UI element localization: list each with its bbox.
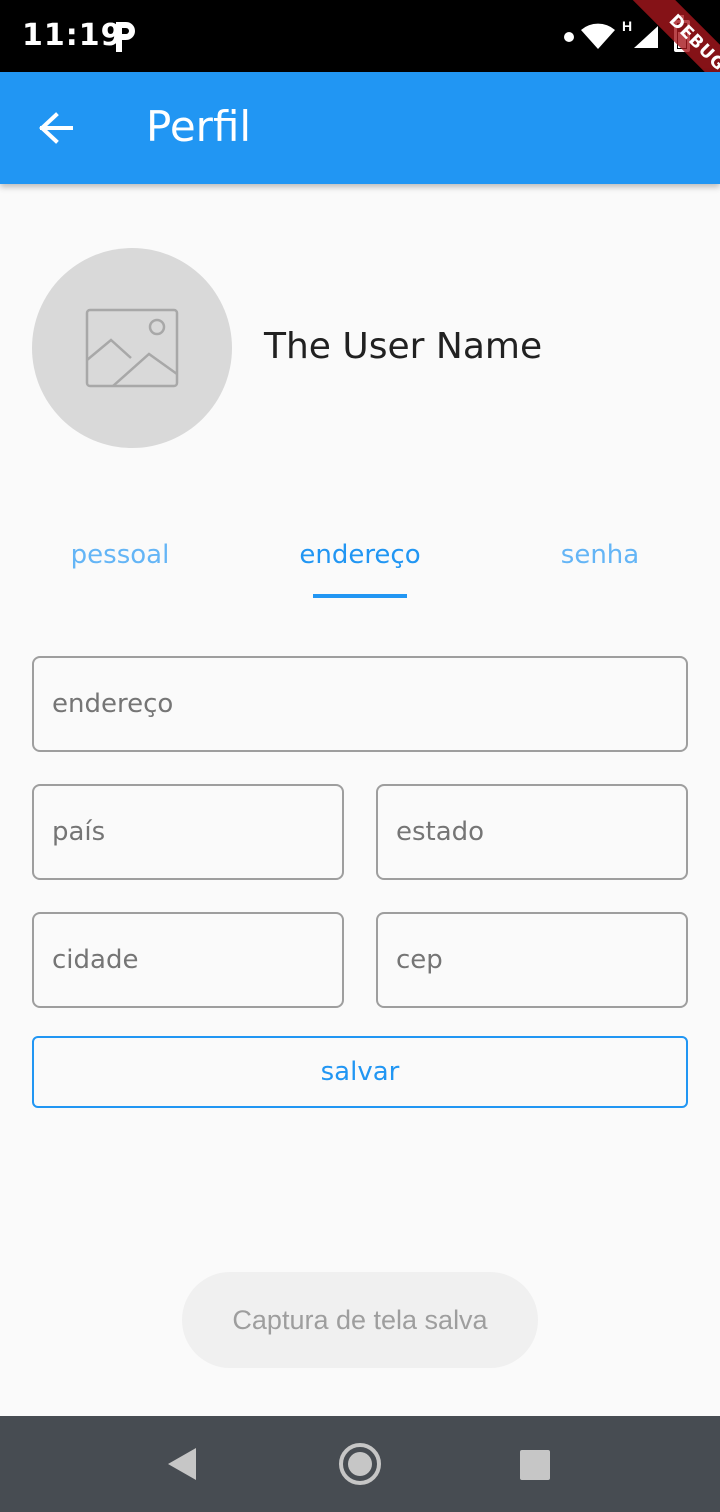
endereco-field[interactable] [32, 656, 688, 752]
status-bar: 11:19 H [0, 0, 720, 72]
nav-back-icon[interactable] [166, 1446, 198, 1482]
avatar[interactable] [32, 248, 232, 448]
cidade-field[interactable] [32, 912, 344, 1008]
system-nav-bar [0, 1416, 720, 1512]
estado-input[interactable] [378, 786, 686, 878]
parking-notification-icon [116, 22, 135, 52]
cidade-input[interactable] [34, 914, 342, 1006]
tab-pessoal[interactable]: pessoal [0, 530, 240, 600]
image-placeholder-icon [85, 308, 179, 388]
save-button[interactable]: salvar [32, 1036, 688, 1108]
app-bar: Perfil [0, 72, 720, 184]
tab-senha[interactable]: senha [480, 530, 720, 600]
pais-input[interactable] [34, 786, 342, 878]
endereco-input[interactable] [34, 658, 686, 750]
notification-dot-icon [564, 32, 574, 42]
status-time: 11:19 [22, 18, 123, 53]
arrow-back-icon [39, 112, 73, 144]
back-button[interactable] [30, 102, 82, 154]
cep-field[interactable] [376, 912, 688, 1008]
wifi-icon [581, 23, 615, 49]
network-type-label: H [622, 18, 633, 34]
cep-input[interactable] [378, 914, 686, 1006]
toast-message: Captura de tela salva [182, 1272, 538, 1368]
nav-recents-icon[interactable] [520, 1450, 550, 1480]
page-title: Perfil [146, 102, 252, 151]
tab-bar: pessoal endereço senha [0, 530, 720, 600]
tab-indicator [313, 594, 407, 598]
tab-endereco[interactable]: endereço [240, 530, 480, 600]
user-name: The User Name [264, 326, 543, 367]
pais-field[interactable] [32, 784, 344, 880]
nav-home-icon[interactable] [338, 1442, 382, 1486]
estado-field[interactable] [376, 784, 688, 880]
signal-icon [634, 26, 658, 48]
